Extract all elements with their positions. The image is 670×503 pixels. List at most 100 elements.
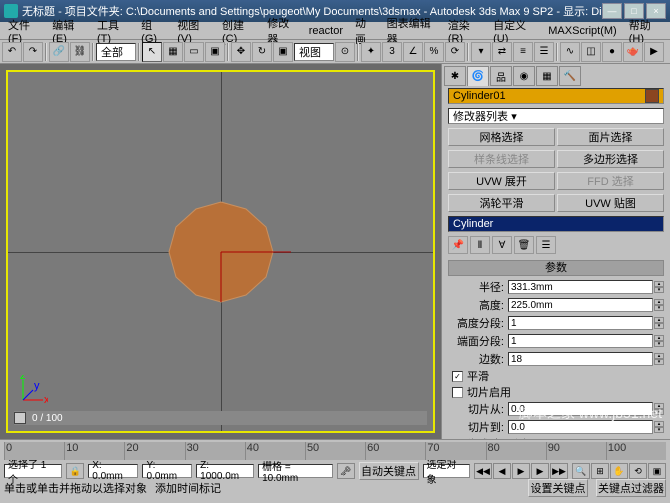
lbl-radius: 半径: <box>448 279 508 295</box>
select-button[interactable]: ↖ <box>142 42 162 62</box>
select-name-button[interactable]: ▦ <box>163 42 183 62</box>
snap-button[interactable]: 3 <box>382 42 402 62</box>
menu-tools[interactable]: 工具(T) <box>91 16 135 46</box>
btn-poly-select[interactable]: 多边形选择 <box>557 150 664 168</box>
spin-down[interactable]: ▾ <box>654 427 664 433</box>
coord-z[interactable]: Z: 1000.0m <box>196 464 254 478</box>
mirror-button[interactable]: ⇄ <box>492 42 512 62</box>
percent-snap-button[interactable]: % <box>424 42 444 62</box>
minimize-button[interactable]: — <box>602 3 622 19</box>
spinner-radius[interactable]: 331.3mm <box>508 280 653 294</box>
spinner-cseg[interactable]: 1 <box>508 334 653 348</box>
tab-utilities[interactable]: 🔨 <box>559 66 581 86</box>
modifier-list-label: 修改器列表 <box>453 108 508 124</box>
align-button[interactable]: ≡ <box>513 42 533 62</box>
spin-down[interactable]: ▾ <box>654 287 664 293</box>
menu-reactor[interactable]: reactor <box>303 24 349 38</box>
manipulate-button[interactable]: ✦ <box>361 42 381 62</box>
key-mode-button[interactable]: 🗝 <box>337 463 355 479</box>
pan-button[interactable]: ✋ <box>610 463 628 479</box>
link-button[interactable]: 🔗 <box>49 42 69 62</box>
rotate-button[interactable]: ↻ <box>252 42 272 62</box>
move-button[interactable]: ✥ <box>231 42 251 62</box>
autokey-button[interactable]: 自动关键点 <box>359 462 419 480</box>
keyfilter-button[interactable]: 关键点过滤器 <box>596 479 666 497</box>
time-slider-thumb[interactable] <box>14 412 26 424</box>
setkey-button[interactable]: 设置关键点 <box>528 479 588 497</box>
max-viewport-button[interactable]: ▣ <box>648 463 666 479</box>
chk-smooth[interactable]: ✓ <box>452 371 463 382</box>
remove-mod-button[interactable]: 🗑 <box>514 236 534 254</box>
layer-button[interactable]: ☰ <box>534 42 554 62</box>
object-color-swatch[interactable] <box>645 89 659 103</box>
orbit-button[interactable]: ⟲ <box>629 463 647 479</box>
btn-uvw-unwrap[interactable]: UVW 展开 <box>448 172 555 190</box>
configure-sets-button[interactable]: ☰ <box>536 236 556 254</box>
goto-start-button[interactable]: ◀◀ <box>474 463 492 479</box>
spinner-height[interactable]: 225.0mm <box>508 298 653 312</box>
quick-render-button[interactable]: ▶ <box>644 42 664 62</box>
prev-frame-button[interactable]: ◀ <box>493 463 511 479</box>
material-button[interactable]: ● <box>602 42 622 62</box>
btn-patch-select[interactable]: 面片选择 <box>557 128 664 146</box>
modifier-list-dropdown[interactable]: 修改器列表 ▾ <box>448 108 664 124</box>
time-tag-prompt[interactable]: 添加时间标记 <box>155 480 221 496</box>
pin-stack-button[interactable]: 📌 <box>448 236 468 254</box>
ref-coord-system[interactable]: 视图 <box>294 43 334 61</box>
object-name-field[interactable]: Cylinder01 <box>448 88 664 104</box>
show-end-button[interactable]: Ⅱ <box>470 236 490 254</box>
unlink-button[interactable]: ⛓ <box>70 42 90 62</box>
rollup-parameters[interactable]: 参数 <box>448 260 664 276</box>
tab-create[interactable]: ✱ <box>444 66 466 86</box>
named-sel-button[interactable]: ▾ <box>471 42 491 62</box>
undo-button[interactable]: ↶ <box>2 42 22 62</box>
redo-button[interactable]: ↷ <box>23 42 43 62</box>
select-region-button[interactable]: ▭ <box>184 42 204 62</box>
spin-down[interactable]: ▾ <box>654 305 664 311</box>
lock-selection-button[interactable]: 🔒 <box>66 463 84 479</box>
tab-motion[interactable]: ◉ <box>513 66 535 86</box>
play-button[interactable]: ▶ <box>512 463 530 479</box>
tab-hierarchy[interactable]: 品 <box>490 66 512 86</box>
tab-display[interactable]: ▦ <box>536 66 558 86</box>
render-scene-button[interactable]: 🫖 <box>623 42 643 62</box>
zoom-all-button[interactable]: ⊞ <box>591 463 609 479</box>
coord-x[interactable]: X: 0.0mm <box>88 464 138 478</box>
angle-snap-button[interactable]: ∠ <box>403 42 423 62</box>
zoom-button[interactable]: 🔍 <box>572 463 590 479</box>
btn-spline-select[interactable]: 样条线选择 <box>448 150 555 168</box>
tick: 60 <box>365 442 425 460</box>
time-slider-label: 0 / 100 <box>32 413 63 424</box>
tab-modify[interactable]: 🌀 <box>467 66 489 86</box>
spin-down[interactable]: ▾ <box>654 341 664 347</box>
schematic-button[interactable]: ◫ <box>581 42 601 62</box>
key-target[interactable]: 选定对象 <box>423 464 470 478</box>
separator <box>467 43 469 61</box>
btn-uvw-map[interactable]: UVW 贴图 <box>557 194 664 212</box>
make-unique-button[interactable]: ∀ <box>492 236 512 254</box>
next-frame-button[interactable]: ▶ <box>531 463 549 479</box>
coord-y[interactable]: Y: 0.0mm <box>142 464 192 478</box>
transform-gizmo[interactable] <box>216 247 296 327</box>
btn-turbosmooth[interactable]: 涡轮平滑 <box>448 194 555 212</box>
spin-down[interactable]: ▾ <box>654 359 664 365</box>
goto-end-button[interactable]: ▶▶ <box>550 463 568 479</box>
timeline-ruler[interactable]: 0 10 20 30 40 50 60 70 80 90 100 <box>4 442 666 460</box>
stack-item-cylinder[interactable]: Cylinder <box>449 217 663 231</box>
spinner-hseg[interactable]: 1 <box>508 316 653 330</box>
btn-mesh-select[interactable]: 网格选择 <box>448 128 555 146</box>
spinner-snap-button[interactable]: ⟳ <box>445 42 465 62</box>
btn-ffd-select[interactable]: FFD 选择 <box>557 172 664 190</box>
center-button[interactable]: ⊙ <box>335 42 355 62</box>
time-slider[interactable]: 0 / 100 <box>14 411 427 425</box>
spinner-sides[interactable]: 18 <box>508 352 653 366</box>
menu-maxscript[interactable]: MAXScript(M) <box>542 24 622 38</box>
modifier-stack[interactable]: Cylinder <box>448 216 664 232</box>
curve-editor-button[interactable]: ∿ <box>560 42 580 62</box>
window-crossing-button[interactable]: ▣ <box>205 42 225 62</box>
scale-button[interactable]: ▣ <box>273 42 293 62</box>
chk-slice[interactable] <box>452 387 463 398</box>
selection-filter[interactable]: 全部 <box>96 43 136 61</box>
viewport-top[interactable]: x z y 0 / 100 <box>6 70 435 433</box>
spin-down[interactable]: ▾ <box>654 323 664 329</box>
